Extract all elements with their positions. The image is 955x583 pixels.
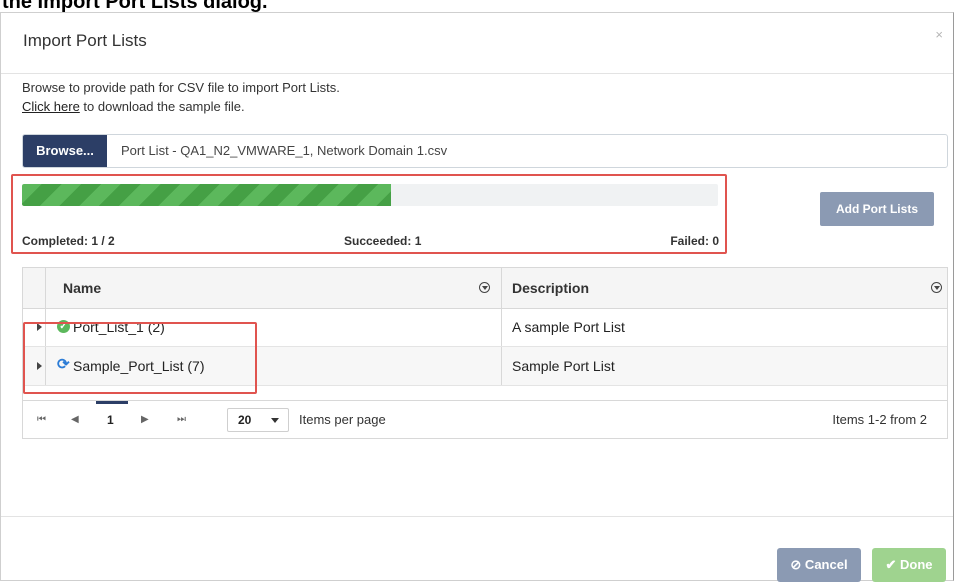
page-size-select[interactable]: 20 bbox=[227, 408, 289, 432]
previous-page-icon[interactable]: ◀ bbox=[71, 401, 79, 439]
column-header-description[interactable]: Description bbox=[512, 268, 589, 308]
download-sample-rest: to download the sample file. bbox=[79, 99, 245, 114]
done-button[interactable]: ✔ Done bbox=[872, 548, 946, 582]
cancel-button[interactable]: ⊘ Cancel bbox=[777, 548, 861, 582]
filter-icon[interactable] bbox=[931, 282, 942, 293]
download-sample-text: Click here to download the sample file. bbox=[22, 99, 245, 114]
intro-text: Browse to provide path for CSV file to i… bbox=[22, 80, 340, 95]
first-page-icon[interactable]: ⏮ bbox=[37, 401, 46, 439]
file-picker: Browse... Port List - QA1_N2_VMWARE_1, N… bbox=[22, 134, 948, 168]
column-header-name[interactable]: Name bbox=[63, 268, 101, 308]
page-size-value: 20 bbox=[238, 413, 252, 427]
grid-header: Name Description bbox=[23, 268, 947, 309]
add-port-lists-button[interactable]: Add Port Lists bbox=[820, 192, 934, 226]
row-description: A sample Port List bbox=[512, 319, 625, 335]
pager-info: Items 1-2 from 2 bbox=[832, 412, 927, 427]
current-page-number[interactable]: 1 bbox=[107, 401, 114, 439]
rows-highlight-box bbox=[23, 322, 257, 394]
grid-pager: ⏮ ◀ 1 ▶ ⏭ 20 Items per page Items 1-2 fr… bbox=[22, 401, 948, 439]
items-per-page-label: Items per page bbox=[299, 412, 386, 427]
chevron-down-icon bbox=[271, 418, 279, 423]
browse-button[interactable]: Browse... bbox=[23, 135, 107, 167]
grid-column-divider bbox=[501, 268, 502, 308]
grid-lead-column bbox=[23, 268, 46, 308]
row-description: Sample Port List bbox=[512, 358, 615, 374]
grid-column-divider bbox=[501, 308, 502, 346]
download-sample-link[interactable]: Click here bbox=[22, 99, 80, 114]
dialog-title: Import Port Lists bbox=[23, 31, 147, 50]
progress-highlight-box bbox=[11, 174, 727, 254]
grid-column-divider bbox=[501, 347, 502, 385]
close-icon[interactable]: × bbox=[935, 27, 943, 42]
next-page-icon[interactable]: ▶ bbox=[141, 401, 149, 439]
dialog-header: Import Port Lists × bbox=[1, 13, 953, 74]
last-page-icon[interactable]: ⏭ bbox=[177, 401, 186, 439]
selected-file-name: Port List - QA1_N2_VMWARE_1, Network Dom… bbox=[121, 143, 448, 158]
filter-icon[interactable] bbox=[479, 282, 490, 293]
